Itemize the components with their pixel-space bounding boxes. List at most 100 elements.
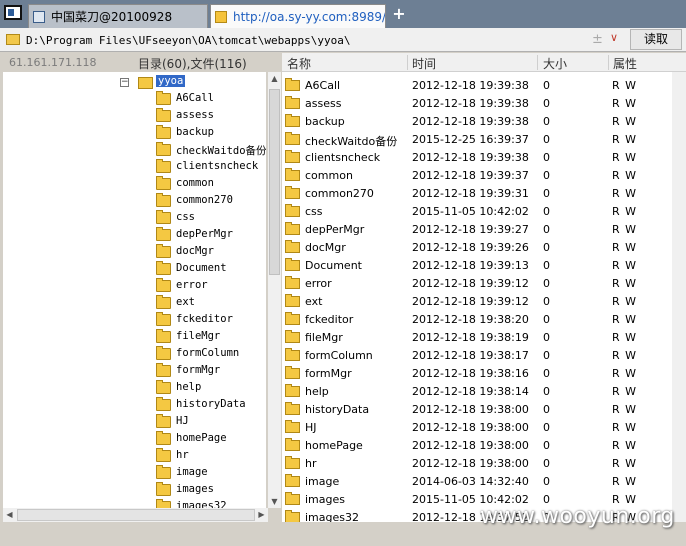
tree-item[interactable]: fckeditor [3,312,266,329]
table-row[interactable]: backup 2012-12-18 19:39:38 0 R W [282,112,672,130]
list-vertical-scrollbar[interactable] [672,72,686,522]
folder-icon [156,465,171,479]
tab-caidao[interactable]: 中国菜刀@20100928 [28,4,208,28]
file-list[interactable]: A6Call 2012-12-18 19:39:38 0 R W assess 2012-… [282,72,672,522]
table-row[interactable]: image 2014-06-03 14:32:40 0 R W [282,472,672,490]
table-row[interactable]: Document 2012-12-18 19:39:13 0 R W [282,256,672,274]
col-time[interactable]: 时间 [412,55,436,72]
table-row[interactable]: clientsncheck 2012-12-18 19:39:38 0 R W [282,148,672,166]
tree-item[interactable]: Document [3,261,266,278]
file-attr: R W [612,295,638,308]
table-row[interactable]: formMgr 2012-12-18 19:38:16 0 R W [282,364,672,382]
new-tab-button[interactable]: + [390,4,408,24]
table-row[interactable]: HJ 2012-12-18 19:38:00 0 R W [282,418,672,436]
tree-item[interactable]: formColumn [3,346,266,363]
col-attr[interactable]: 属性 [613,55,637,72]
tab-shell-url[interactable]: http://oa.sy-yy.com:8989/yyo... [210,4,386,28]
file-attr: R W [612,367,638,380]
table-row[interactable]: hr 2012-12-18 19:38:00 0 R W [282,454,672,472]
file-attr: R W [612,205,638,218]
table-row[interactable]: checkWaitdo备份 2015-12-25 16:39:37 0 R W [282,130,672,148]
scroll-right-icon[interactable]: ▶ [255,508,268,521]
tree-item-label: checkWaitdo备份 [176,145,266,157]
scroll-down-icon[interactable]: ▼ [268,495,281,508]
table-row[interactable]: docMgr 2012-12-18 19:39:26 0 R W [282,238,672,256]
file-size: 0 [543,403,550,416]
tree-item[interactable]: images [3,482,266,499]
folder-icon [156,329,171,343]
tree-item[interactable]: css [3,210,266,227]
tree-item[interactable]: A6Call [3,91,266,108]
table-row[interactable]: css 2015-11-05 10:42:02 0 R W [282,202,672,220]
file-attr: R W [612,241,638,254]
table-row[interactable]: A6Call 2012-12-18 19:39:38 0 R W [282,76,672,94]
read-button[interactable]: 读取 [630,29,682,50]
col-divider[interactable] [407,55,408,70]
collapse-icon[interactable]: − [120,78,129,87]
tree-item[interactable]: homePage [3,431,266,448]
history-up-icon[interactable]: ± [592,32,603,47]
table-row[interactable]: depPerMgr 2012-12-18 19:39:27 0 R W [282,220,672,238]
tree-item[interactable]: historyData [3,397,266,414]
file-size: 0 [543,133,550,146]
tree-item-label: homePage [176,432,227,444]
file-time: 2012-12-18 19:38:00 [412,403,529,416]
tree-item[interactable]: checkWaitdo备份 [3,142,266,159]
file-name: hr [305,457,317,470]
table-row[interactable]: common270 2012-12-18 19:39:31 0 R W [282,184,672,202]
tree-item[interactable]: fileMgr [3,329,266,346]
folder-icon [285,492,300,505]
file-size: 0 [543,367,550,380]
scroll-up-icon[interactable]: ▲ [268,72,281,85]
tree-item-label: docMgr [176,245,214,257]
tree-item[interactable]: HJ [3,414,266,431]
file-attr: R W [612,475,638,488]
tree-item[interactable]: formMgr [3,363,266,380]
tree-item[interactable]: hr [3,448,266,465]
tree-vertical-scrollbar[interactable]: ▲ ▼ [268,72,281,508]
col-divider[interactable] [537,55,538,70]
tree-horizontal-scrollbar[interactable]: ◀ ▶ [3,508,268,522]
table-row[interactable]: ext 2012-12-18 19:39:12 0 R W [282,292,672,310]
table-row[interactable]: fckeditor 2012-12-18 19:38:20 0 R W [282,310,672,328]
tree-root-item[interactable]: yyoa [156,75,186,87]
table-row[interactable]: fileMgr 2012-12-18 19:38:19 0 R W [282,328,672,346]
app-window-icon[interactable] [4,5,22,20]
file-time: 2015-12-25 16:39:37 [412,133,529,146]
tree-item[interactable]: depPerMgr [3,227,266,244]
table-row[interactable]: common 2012-12-18 19:39:37 0 R W [282,166,672,184]
tree-item[interactable]: ext [3,295,266,312]
folder-icon [156,227,171,241]
table-row[interactable]: error 2012-12-18 19:39:12 0 R W [282,274,672,292]
tree-item[interactable]: common270 [3,193,266,210]
tree-item[interactable]: images32 [3,499,266,508]
scroll-left-icon[interactable]: ◀ [3,508,16,521]
scroll-thumb[interactable] [17,509,255,521]
tree-item[interactable]: backup [3,125,266,142]
file-size: 0 [543,79,550,92]
table-row[interactable]: formColumn 2012-12-18 19:38:17 0 R W [282,346,672,364]
tree-item[interactable]: clientsncheck [3,159,266,176]
folder-icon [156,261,171,275]
table-row[interactable]: assess 2012-12-18 19:39:38 0 R W [282,94,672,112]
tree-item[interactable]: docMgr [3,244,266,261]
tree-item[interactable]: common [3,176,266,193]
directory-tree[interactable]: − yyoa A6Call assess backup checkWaitdo备份 cl… [3,72,266,508]
tree-item[interactable]: image [3,465,266,482]
table-row[interactable]: homePage 2012-12-18 19:38:00 0 R W [282,436,672,454]
col-divider[interactable] [608,55,609,70]
folder-icon [156,499,171,508]
scroll-thumb[interactable] [269,89,280,275]
folder-icon [285,384,300,397]
col-name[interactable]: 名称 [287,55,311,72]
table-row[interactable]: help 2012-12-18 19:38:14 0 R W [282,382,672,400]
folder-icon [156,312,171,326]
table-row[interactable]: historyData 2012-12-18 19:38:00 0 R W [282,400,672,418]
tree-item[interactable]: error [3,278,266,295]
tree-item[interactable]: help [3,380,266,397]
col-size[interactable]: 大小 [543,55,567,72]
tree-item[interactable]: assess [3,108,266,125]
chevron-down-icon[interactable]: ∨ [610,31,618,44]
path-input[interactable] [24,31,628,51]
file-time: 2012-12-18 19:38:16 [412,367,529,380]
